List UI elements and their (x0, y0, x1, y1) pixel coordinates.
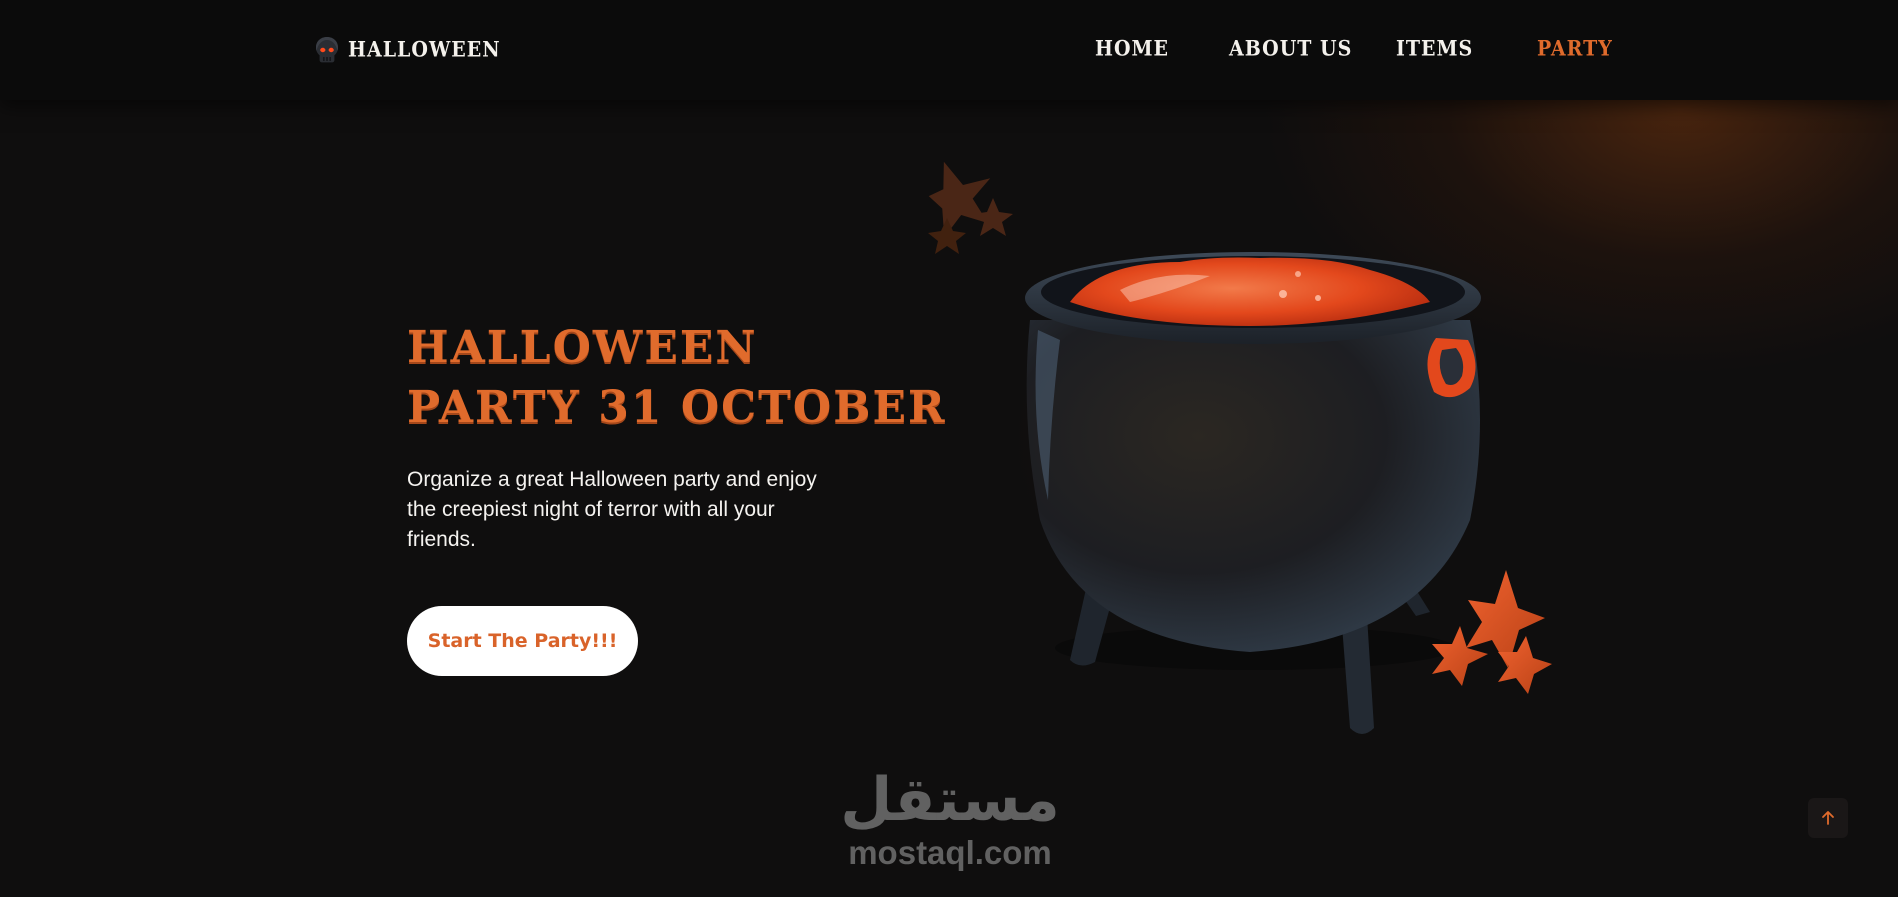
start-party-button[interactable]: Start The Party!!! (407, 606, 638, 676)
star-icon (1432, 626, 1488, 686)
arrow-up-icon (1822, 811, 1834, 825)
brand-logo-link[interactable]: HALLOWEEN (314, 34, 501, 66)
site-header: HALLOWEEN HOME ABOUT US ITEMS PARTY (0, 0, 1898, 100)
skull-icon (316, 37, 338, 63)
watermark: مستقل mostaql.com (820, 765, 1080, 871)
background-glow (0, 0, 1898, 897)
cauldron-illustration (1025, 252, 1481, 734)
brand-name: HALLOWEEN (348, 37, 501, 63)
hero-title: HALLOWEEN PARTY 31 OCTOBER (407, 318, 947, 438)
star-icon (973, 198, 1013, 236)
hero-title-line-2: PARTY 31 OCTOBER (407, 382, 947, 433)
scroll-to-top-button[interactable] (1808, 798, 1848, 838)
hero-title-line-1: HALLOWEEN (407, 322, 758, 373)
star-icon (1466, 570, 1545, 668)
nav-items[interactable]: ITEMS (1396, 37, 1473, 62)
star-icon (928, 161, 991, 238)
watermark-arabic: مستقل (840, 765, 1060, 835)
hero-illustration (928, 161, 1552, 734)
watermark-latin: mostaql.com (848, 834, 1052, 871)
nav-home[interactable]: HOME (1095, 37, 1169, 62)
star-icon (928, 218, 966, 254)
nav-party[interactable]: PARTY (1537, 37, 1613, 62)
hero-description: Organize a great Halloween party and enj… (407, 468, 817, 551)
star-icon (1498, 636, 1552, 694)
nav-about-us[interactable]: ABOUT US (1229, 37, 1352, 62)
